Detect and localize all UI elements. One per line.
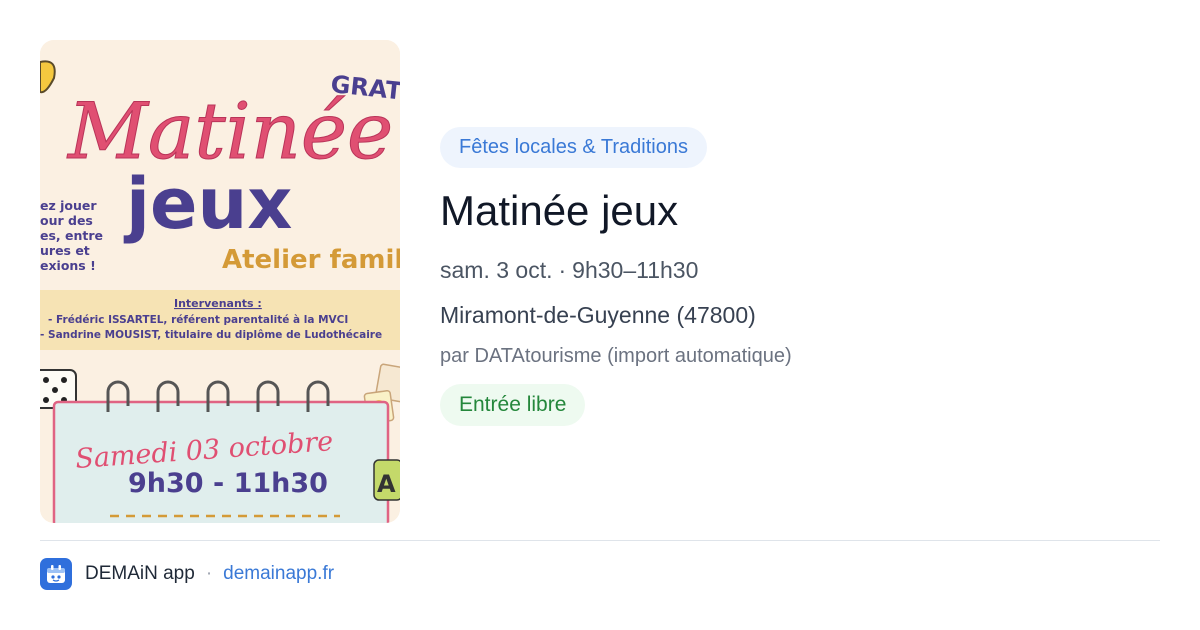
poster-side-line: ez jouer bbox=[40, 198, 97, 213]
footer-divider bbox=[40, 540, 1160, 541]
speakers-label: Intervenants : bbox=[174, 297, 262, 310]
event-title[interactable]: Matinée jeux bbox=[440, 187, 1160, 235]
poster-side-line: es, entre bbox=[40, 228, 103, 243]
event-time: 9h30–11h30 bbox=[572, 257, 699, 283]
poster-artwork: Matinée GRAT jeux ez jouer our des es, e… bbox=[40, 40, 400, 523]
footer: DEMAiN app · demainapp.fr bbox=[40, 558, 334, 590]
event-location: Miramont-de-Guyenne (47800) bbox=[440, 302, 756, 328]
calendar-time: 9h30 - 11h30 bbox=[128, 468, 328, 499]
speaker-line: - Frédéric ISSARTEL, référent parentalit… bbox=[48, 314, 348, 326]
event-poster-image[interactable]: Matinée GRAT jeux ez jouer our des es, e… bbox=[40, 40, 400, 523]
event-source: par DATAtourisme (import automatique) bbox=[440, 345, 792, 367]
category-badge[interactable]: Fêtes locales & Traditions bbox=[440, 127, 707, 168]
event-info: Fêtes locales & Traditions Matinée jeux … bbox=[440, 127, 1160, 426]
letter-decoration: A bbox=[373, 459, 400, 501]
footer-separator: · bbox=[205, 563, 213, 584]
app-website-link[interactable]: demainapp.fr bbox=[223, 563, 334, 585]
poster-side-line: ures et bbox=[40, 243, 90, 258]
app-name: DEMAiN app bbox=[85, 563, 195, 584]
price-badge: Entrée libre bbox=[440, 384, 586, 426]
svg-text:A: A bbox=[377, 470, 396, 498]
calendar-graphic: Samedi 03 octobre 9h30 - 11h30 bbox=[52, 380, 390, 523]
speaker-line: - Sandrine MOUSIST, titulaire du diplôme… bbox=[40, 329, 382, 341]
datetime-separator: · bbox=[558, 257, 567, 283]
demain-app-icon[interactable] bbox=[40, 558, 72, 590]
poster-side-line: exions ! bbox=[40, 258, 96, 273]
poster-title-bold: jeux bbox=[123, 163, 292, 245]
poster-subtitle: Atelier famil bbox=[222, 245, 400, 275]
event-date: sam. 3 oct. bbox=[440, 257, 553, 283]
event-datetime: sam. 3 oct. · 9h30–11h30 bbox=[440, 257, 1160, 284]
poster-side-line: our des bbox=[40, 213, 93, 228]
